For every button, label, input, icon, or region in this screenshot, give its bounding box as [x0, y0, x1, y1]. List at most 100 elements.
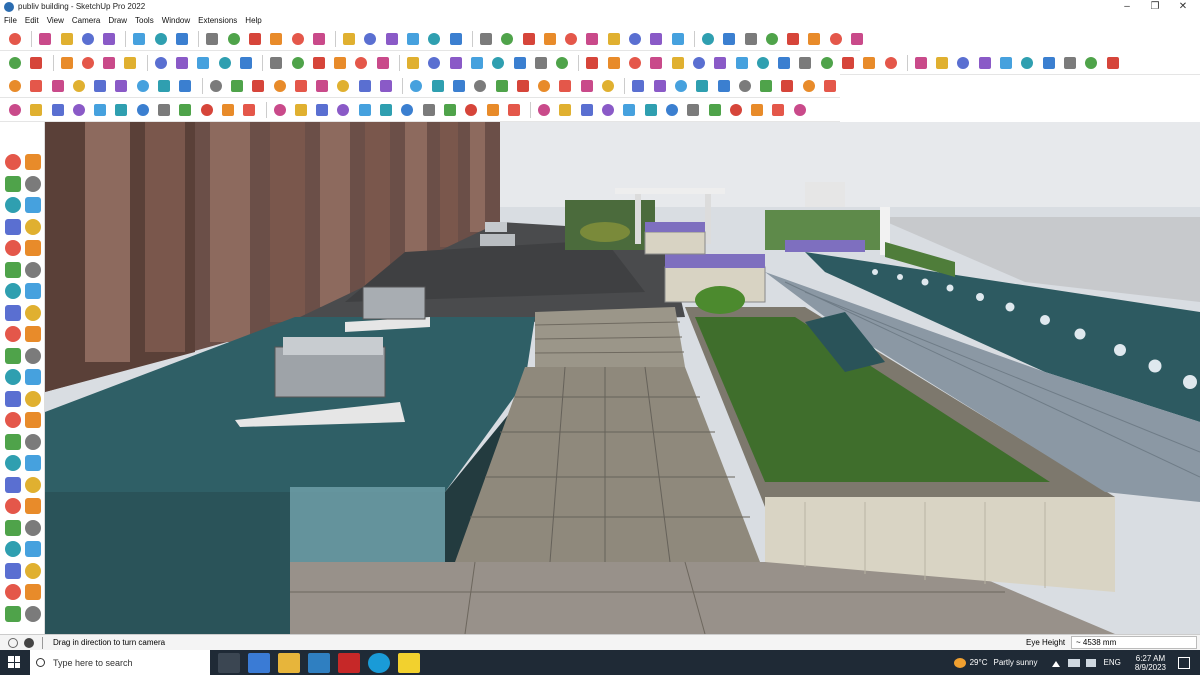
text-icon[interactable] — [134, 101, 152, 119]
select-icon[interactable] — [848, 30, 866, 48]
dimension-icon[interactable] — [626, 54, 644, 72]
menu-window[interactable]: Window — [162, 16, 190, 25]
push-pull-icon[interactable] — [79, 54, 97, 72]
dimension-icon[interactable] — [505, 101, 523, 119]
zoom-icon[interactable] — [784, 30, 802, 48]
move-icon[interactable] — [583, 30, 601, 48]
move-icon[interactable] — [6, 101, 24, 119]
push-pull-icon[interactable] — [27, 77, 45, 95]
select-icon[interactable] — [663, 101, 681, 119]
select-icon[interactable] — [271, 101, 289, 119]
line-icon[interactable] — [425, 54, 443, 72]
arc-icon[interactable] — [334, 101, 352, 119]
scale-icon[interactable] — [493, 77, 511, 95]
tape-measure-icon[interactable] — [267, 30, 285, 48]
rectangle-icon[interactable] — [748, 101, 766, 119]
sketchup-taskbar-icon[interactable] — [308, 652, 330, 673]
clock[interactable]: 6:27 AM 8/9/2023 — [1135, 654, 1166, 672]
select-icon[interactable] — [5, 218, 21, 235]
zoom-extents-icon[interactable] — [219, 101, 237, 119]
select-icon[interactable] — [374, 54, 392, 72]
tape-measure-icon[interactable] — [91, 101, 109, 119]
language-indicator[interactable]: ENG — [1104, 658, 1121, 667]
menu-camera[interactable]: Camera — [72, 16, 100, 25]
edge-browser-icon[interactable] — [368, 652, 390, 673]
geo-location-icon[interactable] — [24, 637, 34, 648]
offset-icon[interactable] — [173, 54, 191, 72]
arc-icon[interactable] — [839, 54, 857, 72]
zoom-window-icon[interactable] — [240, 101, 258, 119]
paint-bucket-icon[interactable] — [5, 304, 21, 321]
rectangle-icon[interactable] — [6, 77, 24, 95]
rectangle-icon[interactable] — [468, 54, 486, 72]
text-icon[interactable] — [578, 77, 596, 95]
dimension-icon[interactable] — [216, 54, 234, 72]
menu-help[interactable]: Help — [245, 16, 261, 25]
pan-icon[interactable] — [763, 30, 781, 48]
eraser-icon[interactable] — [25, 304, 41, 321]
push-pull-icon[interactable] — [152, 30, 170, 48]
orbit-icon[interactable] — [25, 218, 41, 235]
line-icon[interactable] — [5, 519, 21, 536]
orbit-icon[interactable] — [155, 101, 173, 119]
rectangle-icon[interactable] — [407, 77, 425, 95]
pan-icon[interactable] — [361, 30, 379, 48]
paint-bucket-icon[interactable] — [5, 240, 21, 256]
rectangle-icon[interactable] — [58, 54, 76, 72]
zoom-icon[interactable] — [711, 54, 729, 72]
push-pull-icon[interactable] — [429, 77, 447, 95]
zoom-icon[interactable] — [1104, 54, 1122, 72]
calculator-app-icon[interactable] — [248, 652, 270, 673]
sticky-notes-icon[interactable] — [398, 652, 420, 673]
menu-extensions[interactable]: Extensions — [198, 16, 237, 25]
dimension-icon[interactable] — [155, 77, 173, 95]
rotate-icon[interactable] — [121, 54, 139, 72]
move-icon[interactable] — [450, 77, 468, 95]
scale-icon[interactable] — [152, 54, 170, 72]
scale-icon[interactable] — [553, 54, 571, 72]
eraser-icon[interactable] — [25, 175, 41, 192]
pan-icon[interactable] — [1082, 54, 1100, 72]
zoom-icon[interactable] — [249, 77, 267, 95]
rotate-icon[interactable] — [471, 77, 489, 95]
select-icon[interactable] — [715, 77, 733, 95]
freehand-icon[interactable] — [25, 197, 41, 213]
select-icon[interactable] — [5, 347, 21, 364]
measurement-input[interactable]: ~ 4538 mm — [1071, 636, 1197, 649]
file-explorer-icon[interactable] — [278, 652, 300, 673]
zoom-icon[interactable] — [310, 54, 328, 72]
zoom-extents-icon[interactable] — [733, 54, 751, 72]
tape-measure-icon[interactable] — [997, 54, 1015, 72]
freehand-icon[interactable] — [25, 326, 41, 342]
acrobat-icon[interactable] — [338, 652, 360, 673]
rotate-icon[interactable] — [605, 30, 623, 48]
menu-view[interactable]: View — [47, 16, 64, 25]
orbit-icon[interactable] — [1061, 54, 1079, 72]
paint-bucket-icon[interactable] — [5, 562, 21, 579]
select-icon[interactable] — [5, 283, 21, 299]
push-pull-icon[interactable] — [489, 54, 507, 72]
scale-icon[interactable] — [49, 101, 67, 119]
paint-bucket-icon[interactable] — [5, 498, 21, 514]
menu-file[interactable]: File — [4, 16, 17, 25]
text-icon[interactable] — [535, 101, 553, 119]
text-icon[interactable] — [647, 54, 665, 72]
offset-icon[interactable] — [514, 77, 532, 95]
tape-measure-icon[interactable] — [535, 77, 553, 95]
paint-bucket-icon[interactable] — [5, 175, 21, 192]
freehand-icon[interactable] — [25, 519, 41, 536]
tape-measure-icon[interactable] — [194, 54, 212, 72]
info-icon[interactable] — [8, 637, 18, 648]
weather-icon[interactable] — [953, 657, 966, 668]
rectangle-icon[interactable] — [541, 30, 559, 48]
scale-icon[interactable] — [441, 101, 459, 119]
eraser-icon[interactable] — [25, 369, 41, 385]
dimension-icon[interactable] — [112, 101, 130, 119]
push-pull-icon[interactable] — [562, 30, 580, 48]
push-pull-icon[interactable] — [377, 101, 395, 119]
zoom-window-icon[interactable] — [6, 30, 24, 48]
line-icon[interactable] — [757, 77, 775, 95]
zoom-icon[interactable] — [383, 30, 401, 48]
orbit-icon[interactable] — [25, 605, 41, 622]
eraser-icon[interactable] — [736, 77, 754, 95]
